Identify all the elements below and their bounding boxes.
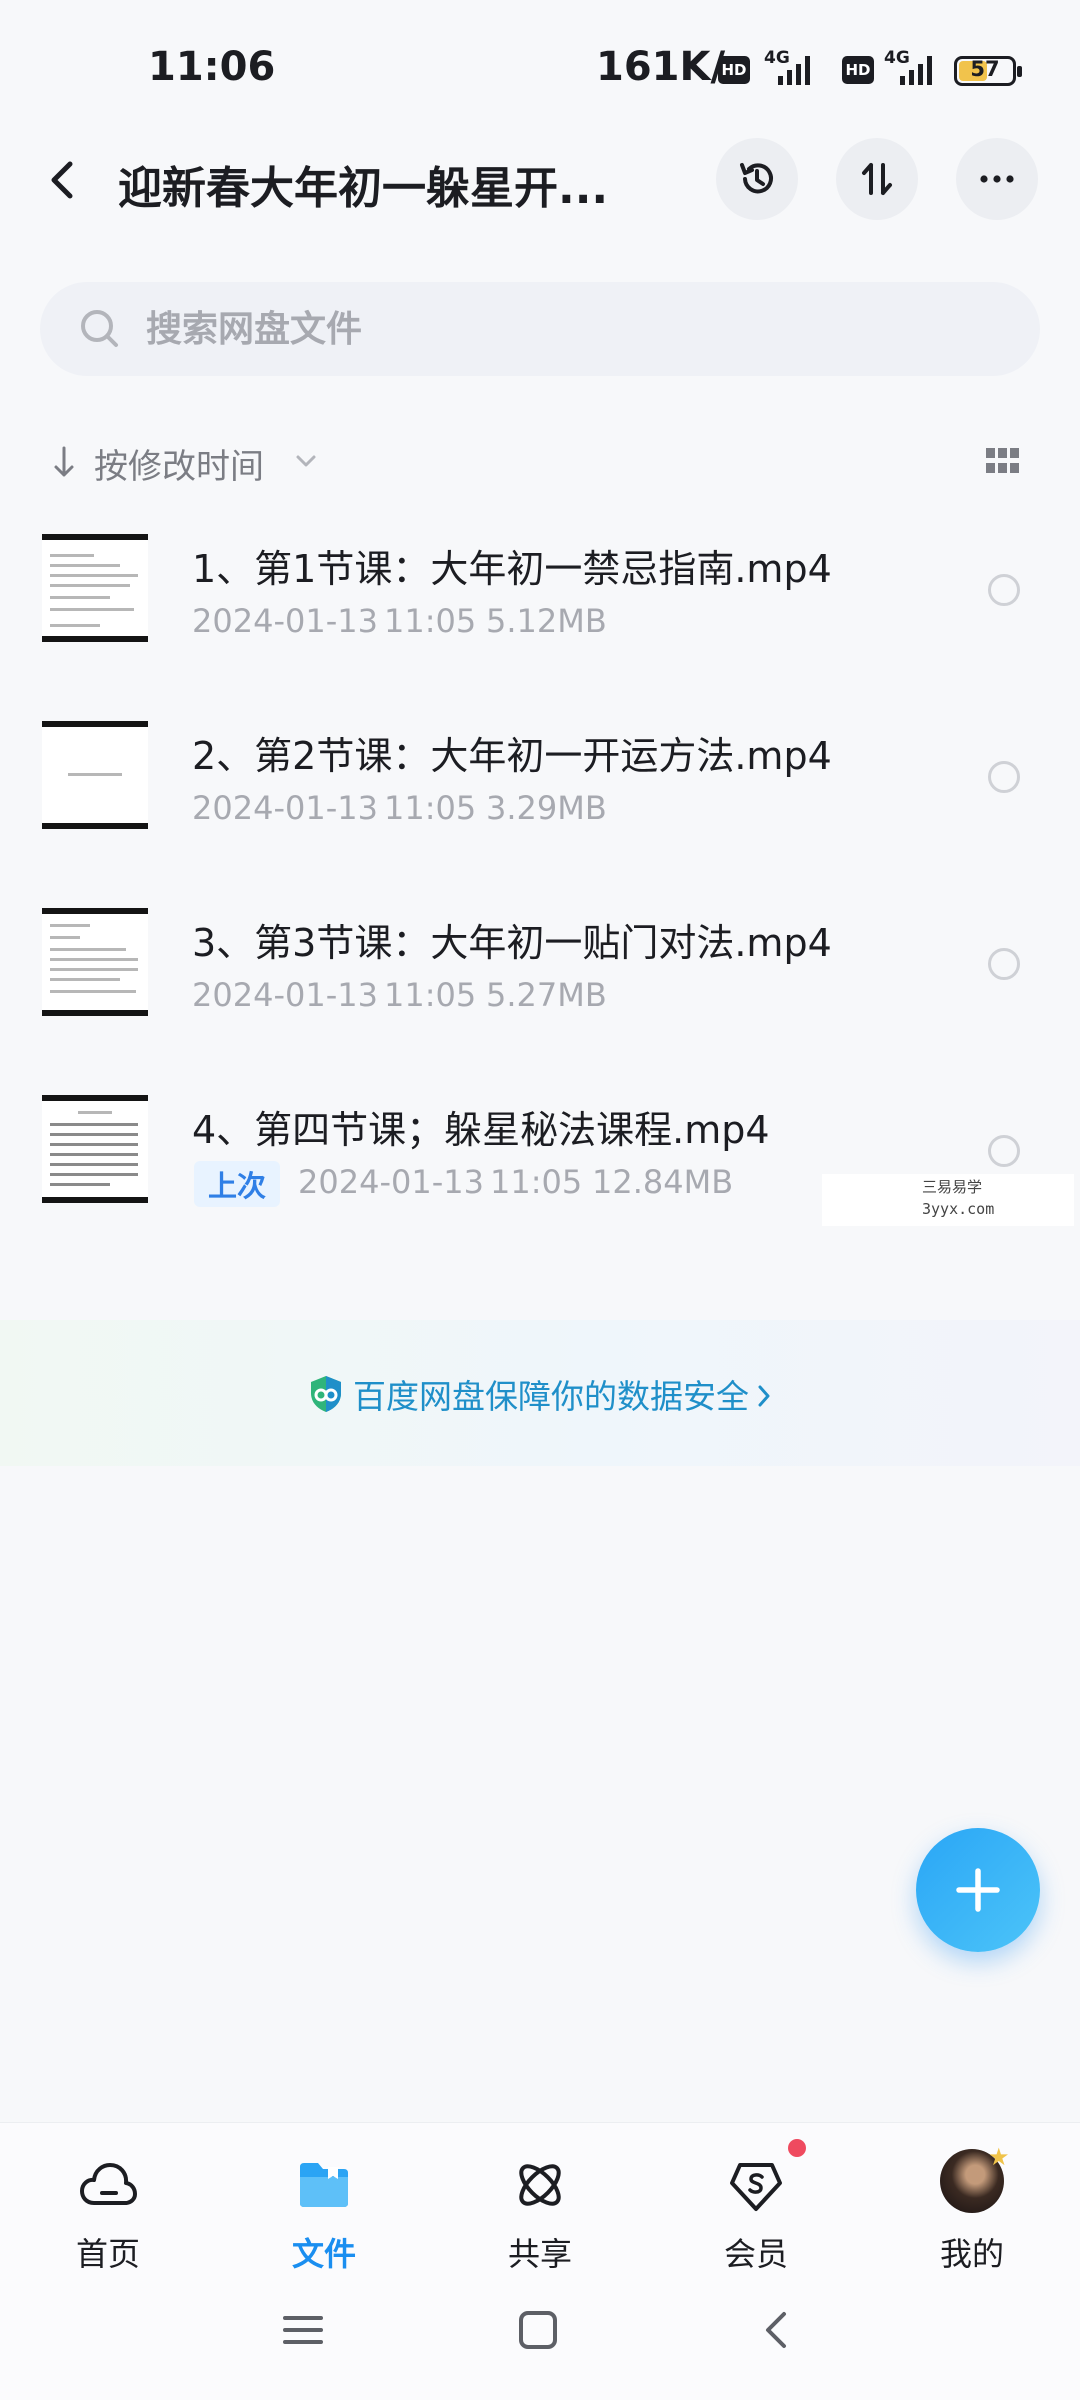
folder-icon [300,2163,348,2207]
select-checkbox[interactable] [988,1135,1020,1167]
nav-home[interactable]: 首页 [0,2123,216,2273]
watermark: 三易易学 3yyx.com [822,1174,1074,1226]
notification-dot [788,2139,806,2157]
search-bar[interactable] [40,282,1040,376]
hd-badge: HD [718,56,750,84]
security-link[interactable]: 百度网盘保障你的数据安全 [0,1370,1080,1418]
status-time: 11:06 [148,44,276,90]
battery-percent: 57 [970,57,1000,81]
search-input[interactable] [146,282,1006,376]
grid-view-icon[interactable] [984,446,1022,476]
nav-home-label: 首页 [75,2235,140,2273]
header: 迎新春大年初一躲星开... [0,130,1080,230]
file-name: 1、第1节课：大年初一禁忌指南.mp4 [192,547,832,591]
more-icon [980,175,1014,183]
select-checkbox[interactable] [988,948,1020,980]
back-triangle-icon[interactable] [756,2310,798,2350]
history-icon [740,163,773,194]
share-icon [519,2164,561,2206]
battery-nub [1017,66,1022,77]
sort-bar: 按修改时间 [0,430,1080,494]
status-bar: 11:06 161K/s HD 4G HD 4G 57 [0,0,1080,140]
file-name: 4、第四节课；躲星秘法课程.mp4 [192,1108,770,1152]
shield-icon [311,1376,341,1412]
chevron-down-icon[interactable] [294,452,318,470]
file-size: 5.27MB [486,976,607,1014]
nav-vip-label: 会员 [723,2235,788,2273]
select-checkbox[interactable] [988,574,1020,606]
select-checkbox[interactable] [988,761,1020,793]
nav-share-label: 共享 [507,2235,572,2273]
file-name: 2、第2节课：大年初一开运方法.mp4 [192,734,832,778]
security-banner: 百度网盘保障你的数据安全 [0,1320,1080,1466]
plus-icon [956,1868,1000,1912]
video-thumbnail [42,908,148,1016]
home-square-icon[interactable] [518,2310,560,2350]
file-size: 5.12MB [486,602,607,640]
file-row[interactable]: 1、第1节课：大年初一禁忌指南.mp4 2024-01-13 11:05 5.1… [0,520,1080,707]
file-time: 11:05 [384,602,477,640]
system-nav [0,2272,1080,2400]
file-row[interactable]: 2、第2节课：大年初一开运方法.mp4 2024-01-13 11:05 3.2… [0,707,1080,894]
nav-vip[interactable]: 会员 [648,2123,864,2273]
signal-icon-2 [900,56,932,85]
chevron-right-icon [758,1385,770,1407]
back-button[interactable] [40,150,90,210]
security-text: 百度网盘保障你的数据安全 [353,1377,749,1416]
file-size: 3.29MB [486,789,607,827]
cloud-icon [80,2163,137,2205]
file-date: 2024-01-13 [192,976,378,1014]
sort-label[interactable]: 按修改时间 [94,439,264,488]
bottom-nav: 首页 文件 共享 会员 ★ 我的 [0,2122,1080,2273]
chevron-left-icon [51,161,73,199]
nav-share[interactable]: 共享 [432,2123,648,2273]
search-icon [81,310,118,347]
add-button[interactable] [916,1828,1040,1952]
watermark-name: 三易易学 [922,1178,983,1196]
nav-profile-label: 我的 [939,2235,1004,2273]
video-thumbnail [42,534,148,642]
page-title: 迎新春大年初一躲星开... [118,163,609,214]
file-date: 2024-01-13 [192,602,378,640]
history-button[interactable] [716,138,798,220]
file-time: 11:05 [384,789,477,827]
file-date: 2024-01-13 [192,789,378,827]
battery-icon: 57 [954,56,1022,86]
transfer-icon [862,163,892,195]
last-viewed-tag: 上次 [194,1161,281,1207]
video-thumbnail [42,721,148,829]
file-name: 3、第3节课：大年初一贴门对法.mp4 [192,921,832,965]
sort-down-icon[interactable] [50,444,78,480]
nav-profile[interactable]: ★ 我的 [864,2123,1080,2273]
file-time: 11:05 [384,976,477,1014]
file-time: 11:05 [490,1163,583,1201]
nav-files[interactable]: 文件 [216,2123,432,2273]
file-size: 12.84MB [592,1163,734,1201]
vip-icon [730,2163,782,2211]
signal-icon [778,56,810,85]
file-row[interactable]: 3、第3节课：大年初一贴门对法.mp4 2024-01-13 11:05 5.2… [0,894,1080,1081]
file-date: 2024-01-13 [298,1163,484,1201]
nav-files-label: 文件 [291,2235,356,2273]
transfer-button[interactable] [836,138,918,220]
menu-icon[interactable] [282,2310,324,2350]
hd-badge-2: HD [842,56,874,84]
watermark-url: 3yyx.com [922,1200,995,1218]
crown-icon: ★ [988,2143,1010,2171]
more-button[interactable] [956,138,1038,220]
video-thumbnail [42,1095,148,1203]
